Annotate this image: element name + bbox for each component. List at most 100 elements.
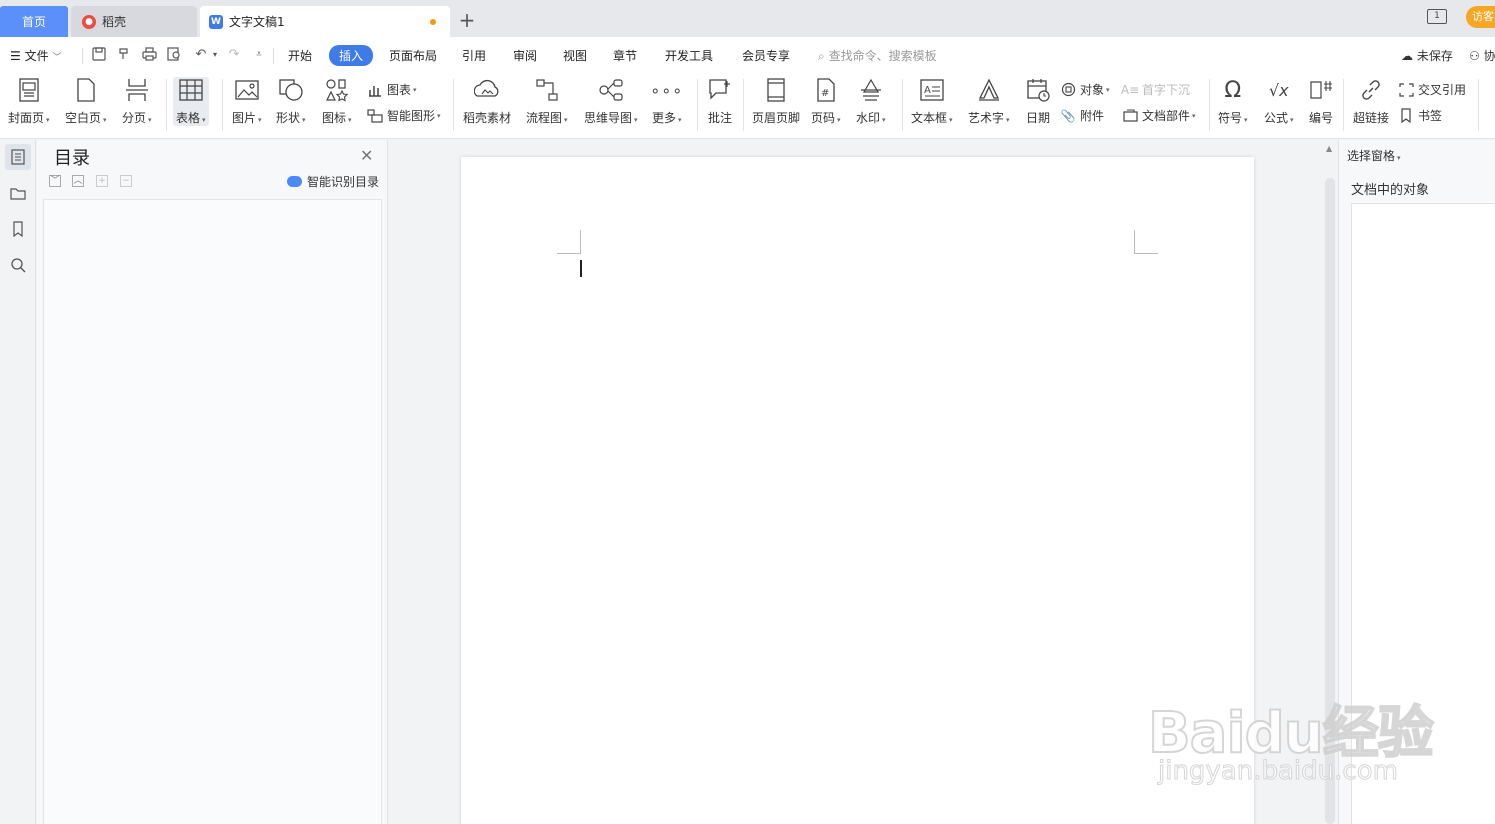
page-number-icon: #	[813, 77, 839, 103]
menu-view[interactable]: 视图	[563, 47, 587, 64]
numbering-label: 编号	[1308, 111, 1333, 125]
cross-reference-button[interactable]: 交叉引用	[1398, 81, 1466, 98]
shape-icon	[278, 77, 304, 103]
menu-chapter[interactable]: 章节	[613, 47, 637, 64]
redo-icon[interactable]: ↷	[226, 47, 242, 63]
new-tab-plus-icon[interactable]: +	[457, 9, 477, 31]
scroll-up-icon[interactable]: ▲	[1326, 144, 1332, 153]
chart-label: 图表	[387, 83, 412, 97]
file-menu-label: 文件	[24, 49, 49, 63]
find-icon[interactable]	[5, 252, 31, 278]
date-label: 日期	[1025, 111, 1050, 125]
comment-button[interactable]: 批注	[707, 77, 733, 126]
table-icon	[178, 77, 204, 103]
promote-level-icon[interactable]: +	[96, 175, 108, 187]
print-preview-icon[interactable]	[166, 47, 182, 63]
watermark-icon	[858, 77, 884, 103]
object-button[interactable]: 对象 ▾	[1060, 81, 1110, 98]
header-footer-label: 页眉页脚	[752, 111, 801, 125]
blank-page-button[interactable]: 空白页 ▾	[65, 77, 107, 126]
page-break-button[interactable]: 分页 ▾	[122, 77, 152, 126]
bookmark-button[interactable]: 书签	[1398, 107, 1442, 124]
smart-toc-button[interactable]: 智能识别目录	[287, 173, 379, 190]
daoke-icon: ●	[82, 14, 96, 29]
file-menu[interactable]: ☰ 文件 ﹀	[10, 47, 61, 64]
more-button[interactable]: ∘∘∘ 更多 ▾	[650, 77, 682, 126]
collapse-all-icon[interactable]: ︿	[72, 175, 84, 187]
divider	[82, 48, 83, 64]
textbox-icon: A	[919, 77, 945, 103]
command-search[interactable]: ⌕ 查找命令、搜索模板	[818, 47, 937, 64]
header-footer-button[interactable]: 页眉页脚	[752, 77, 800, 126]
guest-badge[interactable]: 访客	[1466, 6, 1495, 28]
table-button[interactable]: 表格 ▾	[173, 77, 209, 126]
menu-review[interactable]: 审阅	[513, 47, 537, 64]
tab-daoke[interactable]: ● 稻壳	[71, 6, 197, 37]
demote-level-icon[interactable]: −	[120, 175, 132, 187]
chart-button[interactable]: 图表 ▾	[367, 81, 417, 98]
textbox-button[interactable]: A 文本框 ▾	[911, 77, 953, 126]
customize-toolbar-icon[interactable]: ⩡	[251, 47, 267, 63]
format-painter-icon[interactable]	[116, 47, 132, 63]
page-break-icon	[124, 77, 150, 103]
menu-start[interactable]: 开始	[288, 47, 312, 64]
watermark-button[interactable]: 水印 ▾	[856, 77, 886, 126]
menu-insert[interactable]: 插入	[329, 45, 374, 66]
doc-parts-label: 文档部件	[1142, 109, 1191, 123]
window-count-icon[interactable]: 1	[1427, 9, 1447, 24]
menu-developer[interactable]: 开发工具	[665, 47, 713, 64]
attachment-button[interactable]: 📎 附件	[1060, 107, 1105, 124]
mindmap-button[interactable]: 思维导图 ▾	[584, 77, 638, 126]
date-button[interactable]: 日期	[1025, 77, 1051, 126]
flowchart-button[interactable]: 流程图 ▾	[526, 77, 568, 126]
chapter-nav-icon[interactable]	[5, 180, 31, 206]
save-icon[interactable]	[91, 47, 107, 63]
undo-dropdown-icon[interactable]: ▾	[207, 47, 223, 63]
doc-parts-button[interactable]: 文档部件 ▾	[1122, 107, 1196, 124]
user-add-icon: ⚇	[1469, 49, 1480, 63]
shape-button[interactable]: 形状 ▾	[276, 77, 306, 126]
chevron-down-icon: ﹀	[52, 53, 62, 63]
drop-cap-button[interactable]: A≡ 首字下沉	[1121, 81, 1190, 98]
close-icon[interactable]: ✕	[360, 146, 373, 165]
smart-shape-button[interactable]: 智能图形 ▾	[367, 107, 441, 124]
cloud-icon: ☁	[1401, 49, 1413, 63]
icon-library-button[interactable]: 图标 ▾	[322, 77, 352, 126]
page-number-button[interactable]: # 页码 ▾	[811, 77, 841, 126]
numbering-button[interactable]: 编号	[1308, 77, 1334, 126]
hyperlink-button[interactable]: 超链接	[1353, 77, 1389, 126]
tab-home[interactable]: 首页	[0, 6, 68, 37]
collaborate-button[interactable]: ⚇ 协	[1469, 47, 1495, 64]
formula-icon: √x	[1268, 80, 1289, 100]
toc-panel-icon[interactable]	[5, 144, 31, 170]
unsaved-indicator-icon	[430, 19, 436, 25]
save-status[interactable]: ☁ 未保存	[1401, 47, 1453, 64]
document-page[interactable]	[461, 157, 1254, 824]
bookmark-nav-icon[interactable]	[5, 216, 31, 242]
margin-mark-top-right	[1134, 230, 1158, 254]
picture-label: 图片	[232, 111, 257, 125]
wordart-button[interactable]: 艺术字 ▾	[968, 77, 1010, 126]
expand-all-icon[interactable]: ﹀	[49, 175, 61, 187]
menu-references[interactable]: 引用	[462, 47, 486, 64]
print-icon[interactable]	[141, 47, 157, 63]
divider	[1343, 79, 1344, 131]
mindmap-label: 思维导图	[584, 111, 633, 125]
wordart-label: 艺术字	[968, 111, 1005, 125]
cover-page-button[interactable]: 封面页 ▾	[8, 77, 50, 126]
divider	[166, 79, 167, 131]
formula-button[interactable]: √x 公式 ▾	[1264, 77, 1294, 126]
search-icon: ⌕	[818, 49, 825, 63]
bookmark-label: 书签	[1418, 109, 1443, 123]
picture-button[interactable]: 图片 ▾	[232, 77, 262, 126]
selection-pane-dropdown[interactable]: 选择窗格 ▾	[1347, 147, 1401, 164]
bar-chart-icon	[367, 82, 383, 98]
menu-page-layout[interactable]: 页面布局	[389, 47, 437, 64]
menu-member[interactable]: 会员专享	[742, 47, 790, 64]
blank-page-label: 空白页	[65, 111, 102, 125]
daoke-material-button[interactable]: 稻壳素材	[463, 77, 511, 126]
symbol-button[interactable]: Ω 符号 ▾	[1218, 77, 1248, 126]
tab-document[interactable]: W 文字文稿1	[200, 6, 450, 37]
comment-label: 批注	[707, 111, 732, 125]
toc-list[interactable]	[43, 199, 382, 824]
